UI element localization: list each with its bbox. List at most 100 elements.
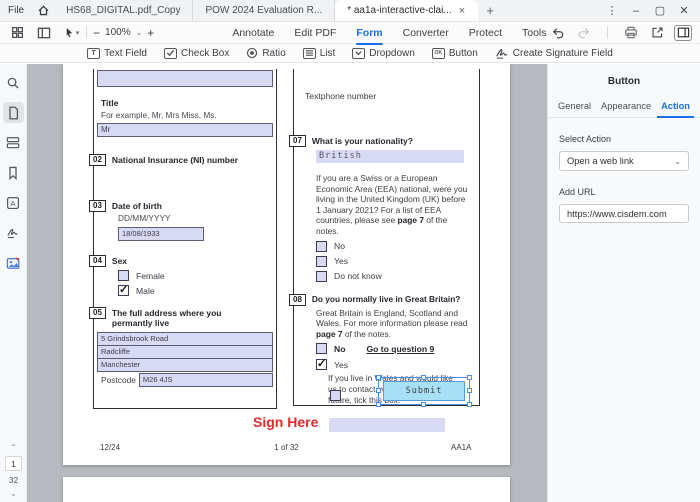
- export-icon: [651, 26, 664, 39]
- maximize-button[interactable]: ▢: [648, 0, 672, 22]
- name-field[interactable]: [97, 70, 273, 87]
- print-button[interactable]: [622, 25, 640, 41]
- redo-button[interactable]: [575, 25, 593, 41]
- cursor-dropdown-chevron[interactable]: ▾: [76, 29, 80, 37]
- add-url-label: Add URL: [559, 187, 700, 197]
- chevron-down-icon: ⌄: [674, 157, 681, 166]
- question-label: The full address where you permantly liv…: [112, 307, 250, 329]
- close-button[interactable]: ✕: [672, 0, 696, 22]
- option-label: Do not know: [334, 271, 382, 281]
- tab-aa1a-active[interactable]: * aa1a-interactive-clai... ×: [335, 0, 478, 21]
- postcode-field[interactable]: M26 4JS: [139, 373, 273, 387]
- export-button[interactable]: [648, 25, 666, 41]
- female-checkbox[interactable]: [118, 270, 129, 281]
- dropdown-tool[interactable]: Dropdown: [352, 48, 415, 59]
- kebab-menu-icon[interactable]: ⋮: [600, 0, 624, 22]
- close-tab-icon[interactable]: ×: [458, 5, 466, 17]
- zoom-level: 100%: [105, 27, 131, 38]
- menu-tools[interactable]: Tools: [522, 25, 547, 41]
- page-icon: [7, 106, 20, 120]
- menu-edit-pdf[interactable]: Edit PDF: [294, 25, 336, 41]
- question-05: 05 The full address where you permantly …: [94, 307, 276, 329]
- tab-general[interactable]: General: [558, 101, 591, 117]
- bookmarks-button[interactable]: [3, 162, 24, 183]
- resize-handle[interactable]: [467, 375, 472, 380]
- signature-field[interactable]: [329, 418, 445, 432]
- note-text: Great Britain is England, Scotland and W…: [316, 308, 467, 329]
- undo-button[interactable]: [549, 25, 567, 41]
- option-label: Yes: [334, 360, 348, 370]
- nationality-field[interactable]: British: [316, 150, 464, 163]
- resize-handle[interactable]: [467, 388, 472, 393]
- sidebar-toggle-button[interactable]: [35, 25, 53, 41]
- text-field-tool[interactable]: T Text Field: [87, 48, 147, 59]
- home-button[interactable]: [32, 0, 54, 21]
- page-down-button[interactable]: ⌄: [10, 489, 17, 498]
- resize-handle[interactable]: [467, 402, 472, 407]
- text-field-icon: T: [87, 48, 100, 59]
- submit-button-selection[interactable]: Submit: [378, 377, 470, 405]
- layers-button[interactable]: [3, 132, 24, 153]
- option-label: No: [334, 344, 345, 354]
- check-box-tool[interactable]: Check Box: [164, 48, 229, 59]
- tool-label: Ratio: [262, 48, 285, 59]
- document-viewport[interactable]: Title For example, Mr, Mrs Miss, Ms. Mr …: [27, 64, 547, 502]
- new-tab-button[interactable]: +: [478, 0, 502, 21]
- goto-question-9-link[interactable]: Go to question 9: [366, 344, 434, 354]
- male-checkbox[interactable]: [118, 285, 129, 296]
- select-action-dropdown[interactable]: Open a web link ⌄: [559, 151, 689, 171]
- tab-hs68-digital[interactable]: HS68_DIGITAL.pdf_Copy: [54, 0, 193, 21]
- no-checkbox[interactable]: [316, 343, 327, 354]
- search-button[interactable]: [3, 72, 24, 93]
- tab-pow-2024[interactable]: POW 2024 Evaluation R...: [193, 0, 335, 21]
- submit-button[interactable]: Submit: [383, 381, 465, 401]
- do-not-know-checkbox[interactable]: [316, 271, 327, 282]
- signatures-button[interactable]: [3, 222, 24, 243]
- page-up-button[interactable]: ⌃: [10, 443, 17, 452]
- file-menu[interactable]: File: [0, 0, 32, 21]
- yes-checkbox[interactable]: [316, 359, 327, 370]
- address-line-1[interactable]: 5 Grindsbrook Road: [97, 332, 273, 346]
- view-tools: ▾: [8, 25, 80, 41]
- menu-protect[interactable]: Protect: [469, 25, 502, 41]
- option-label: Male: [136, 286, 155, 296]
- eea-dnk-option: Do not know: [316, 271, 479, 282]
- no-checkbox[interactable]: [316, 241, 327, 252]
- menu-converter[interactable]: Converter: [403, 25, 449, 41]
- zoom-out-button[interactable]: −: [93, 26, 100, 40]
- tab-appearance[interactable]: Appearance: [601, 101, 651, 117]
- tool-label: Dropdown: [369, 48, 415, 59]
- tab-action[interactable]: Action: [661, 101, 690, 117]
- radio-tool[interactable]: Ratio: [246, 47, 285, 59]
- list-icon: [303, 48, 316, 59]
- grid-view-button[interactable]: [8, 25, 26, 41]
- address-line-2[interactable]: Radcliffe: [97, 345, 273, 359]
- zoom-chevron-icon[interactable]: ⌄: [136, 28, 143, 37]
- reading-mode-button[interactable]: [674, 25, 692, 41]
- button-tool[interactable]: OK Button: [432, 48, 478, 59]
- title-field[interactable]: Mr: [97, 123, 273, 137]
- list-tool[interactable]: List: [303, 48, 336, 59]
- resize-handle[interactable]: [376, 402, 381, 407]
- address-line-3[interactable]: Manchester: [97, 358, 273, 372]
- resize-handle[interactable]: [376, 375, 381, 380]
- resize-handle[interactable]: [421, 402, 426, 407]
- yes-checkbox[interactable]: [316, 256, 327, 267]
- url-input[interactable]: https://www.cisdem.com: [559, 204, 689, 223]
- stamps-button[interactable]: [3, 252, 24, 273]
- properties-panel: Button General Appearance Action Select …: [547, 64, 700, 502]
- current-page-input[interactable]: 1: [5, 456, 22, 471]
- resize-handle[interactable]: [421, 375, 426, 380]
- page-thumbnails-button[interactable]: [3, 102, 24, 123]
- zoom-in-button[interactable]: +: [147, 26, 154, 40]
- welsh-checkbox[interactable]: [330, 390, 341, 401]
- minimize-button[interactable]: –: [624, 0, 648, 22]
- menu-form[interactable]: Form: [356, 25, 382, 41]
- dob-field[interactable]: 18/08/1933: [118, 227, 204, 241]
- annotations-button[interactable]: A: [3, 192, 24, 213]
- select-tool-button[interactable]: ▾: [62, 25, 80, 41]
- menu-annotate[interactable]: Annotate: [232, 25, 274, 41]
- resize-handle[interactable]: [376, 388, 381, 393]
- create-signature-field-tool[interactable]: Create Signature Field: [495, 47, 613, 59]
- total-pages-label: 32: [9, 475, 18, 485]
